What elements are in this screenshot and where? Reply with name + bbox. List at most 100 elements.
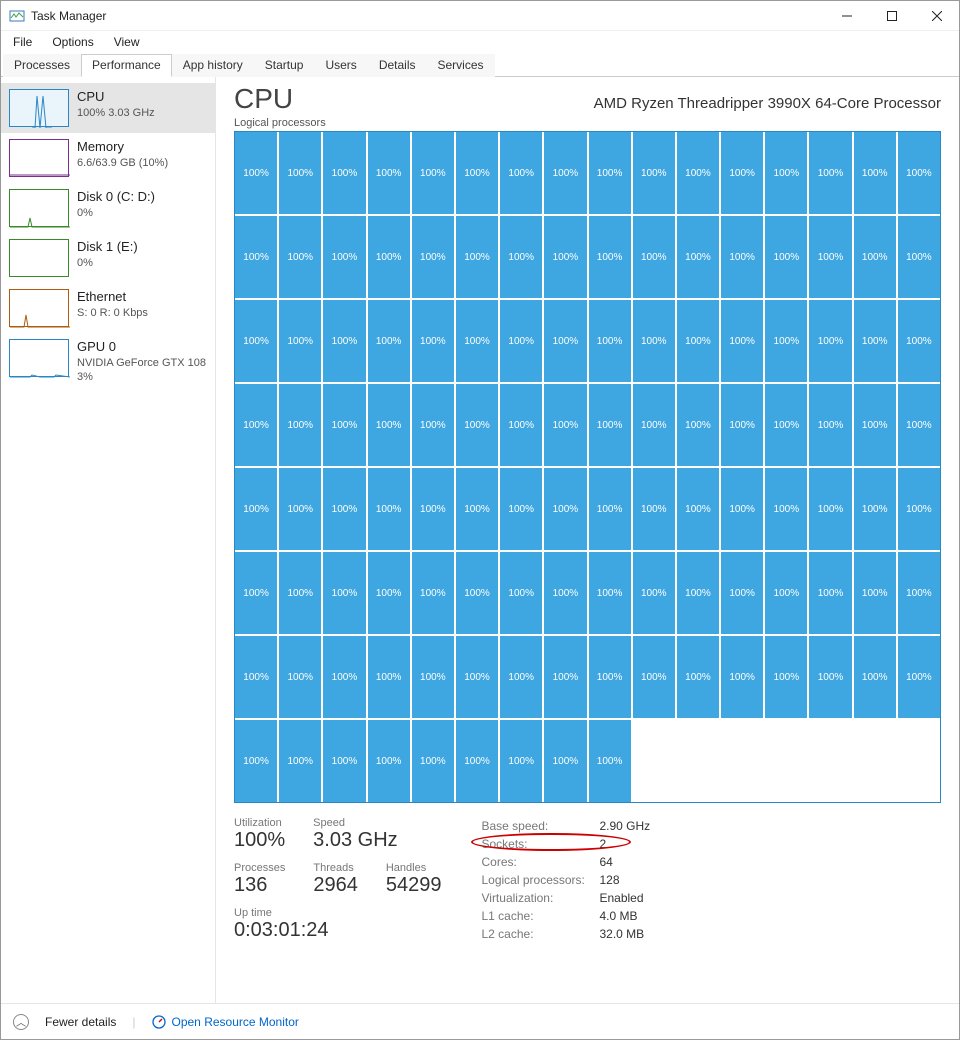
core-cell: 100%	[456, 636, 498, 718]
task-manager-window: Task Manager File Options View Processes…	[0, 0, 960, 1040]
menubar: File Options View	[1, 31, 959, 53]
sidebar-item-label: Disk 0 (C: D:)	[77, 189, 155, 206]
core-cell: 100%	[721, 468, 763, 550]
detail-row: L2 cache:32.0 MB	[481, 925, 650, 943]
tab-users[interactable]: Users	[314, 54, 367, 77]
graph-label: Logical processors	[234, 117, 941, 129]
open-resource-monitor-link[interactable]: Open Resource Monitor	[152, 1015, 299, 1029]
sidebar-item-label: Ethernet	[77, 289, 148, 306]
core-cell: 100%	[765, 636, 807, 718]
cpu-panel: CPU AMD Ryzen Threadripper 3990X 64-Core…	[216, 77, 959, 1003]
sidebar-item-sub: 0%	[77, 256, 138, 270]
tab-performance[interactable]: Performance	[81, 54, 172, 77]
core-cell: 100%	[765, 552, 807, 634]
detail-row: Base speed:2.90 GHz	[481, 817, 650, 835]
menu-options[interactable]: Options	[44, 33, 101, 51]
sidebar-item-gpu0[interactable]: GPU 0 NVIDIA GeForce GTX 108 3%	[1, 333, 215, 390]
footer: ︿ Fewer details | Open Resource Monitor	[1, 1003, 959, 1039]
tab-startup[interactable]: Startup	[254, 54, 315, 77]
disk-thumb-icon	[9, 189, 69, 227]
core-cell: 100%	[323, 132, 365, 214]
core-cell: 100%	[589, 468, 631, 550]
sidebar-item-disk0[interactable]: Disk 0 (C: D:) 0%	[1, 183, 215, 233]
core-cell: 100%	[412, 552, 454, 634]
core-cell: 100%	[279, 300, 321, 382]
tab-processes[interactable]: Processes	[3, 54, 81, 77]
core-cell: 100%	[589, 636, 631, 718]
core-cell: 100%	[544, 300, 586, 382]
minimize-button[interactable]	[824, 1, 869, 31]
core-cell: 100%	[589, 132, 631, 214]
core-cell: 100%	[500, 468, 542, 550]
menu-view[interactable]: View	[106, 33, 148, 51]
sidebar-item-sub: NVIDIA GeForce GTX 108	[77, 356, 206, 370]
stat-uptime: Up time 0:03:01:24	[234, 907, 441, 942]
core-cell: 100%	[544, 720, 586, 802]
sidebar-item-disk1[interactable]: Disk 1 (E:) 0%	[1, 233, 215, 283]
cpu-model: AMD Ryzen Threadripper 3990X 64-Core Pro…	[594, 95, 941, 112]
core-cell: 100%	[323, 216, 365, 298]
core-cell: 100%	[809, 132, 851, 214]
core-cell: 100%	[235, 216, 277, 298]
chevron-up-icon[interactable]: ︿	[13, 1014, 29, 1030]
core-cell: 100%	[500, 300, 542, 382]
close-button[interactable]	[914, 1, 959, 31]
core-cell: 100%	[456, 132, 498, 214]
core-cell: 100%	[765, 216, 807, 298]
core-cell: 100%	[765, 300, 807, 382]
core-cell: 100%	[368, 132, 410, 214]
core-cell: 100%	[898, 636, 940, 718]
core-cell: 100%	[677, 468, 719, 550]
core-cell: 100%	[677, 300, 719, 382]
core-cell: 100%	[809, 552, 851, 634]
stat-handles: Handles 54299	[386, 862, 442, 897]
tab-details[interactable]: Details	[368, 54, 427, 77]
memory-thumb-icon	[9, 139, 69, 177]
tab-app-history[interactable]: App history	[172, 54, 254, 77]
core-cell: 100%	[544, 132, 586, 214]
core-cell: 100%	[721, 132, 763, 214]
tab-services[interactable]: Services	[427, 54, 495, 77]
detail-row: L1 cache:4.0 MB	[481, 907, 650, 925]
maximize-button[interactable]	[869, 1, 914, 31]
core-cell: 100%	[500, 132, 542, 214]
core-cell	[677, 720, 719, 802]
sidebar-item-sub: S: 0 R: 0 Kbps	[77, 306, 148, 320]
core-cell: 100%	[279, 552, 321, 634]
detail-row: Virtualization:Enabled	[481, 889, 650, 907]
stat-threads: Threads 2964	[313, 862, 358, 897]
core-cell: 100%	[368, 300, 410, 382]
sidebar-item-label: Disk 1 (E:)	[77, 239, 138, 256]
core-cell: 100%	[898, 300, 940, 382]
detail-row: Sockets:2	[481, 835, 650, 853]
core-cell: 100%	[235, 132, 277, 214]
resmon-icon	[152, 1015, 166, 1029]
core-cell	[721, 720, 763, 802]
core-cell: 100%	[765, 384, 807, 466]
core-cell	[854, 720, 896, 802]
core-cell: 100%	[279, 216, 321, 298]
core-cell: 100%	[456, 468, 498, 550]
sidebar-item-cpu[interactable]: CPU 100% 3.03 GHz	[1, 83, 215, 133]
sidebar-item-label: Memory	[77, 139, 168, 156]
core-cell: 100%	[809, 636, 851, 718]
sidebar-item-ethernet[interactable]: Ethernet S: 0 R: 0 Kbps	[1, 283, 215, 333]
core-cell: 100%	[412, 216, 454, 298]
core-cell: 100%	[633, 552, 675, 634]
window-title: Task Manager	[31, 9, 106, 23]
core-cell: 100%	[412, 384, 454, 466]
core-cell: 100%	[898, 468, 940, 550]
fewer-details-link[interactable]: Fewer details	[45, 1015, 116, 1029]
sidebar-item-memory[interactable]: Memory 6.6/63.9 GB (10%)	[1, 133, 215, 183]
core-cell: 100%	[765, 132, 807, 214]
core-cell: 100%	[368, 384, 410, 466]
core-cell: 100%	[323, 300, 365, 382]
core-cell: 100%	[500, 720, 542, 802]
core-cell: 100%	[500, 552, 542, 634]
logical-processor-grid[interactable]: 100%100%100%100%100%100%100%100%100%100%…	[234, 131, 941, 803]
stat-processes: Processes 136	[234, 862, 285, 897]
menu-file[interactable]: File	[5, 33, 40, 51]
core-cell: 100%	[633, 300, 675, 382]
sidebar-item-sub: 0%	[77, 206, 155, 220]
core-cell: 100%	[721, 552, 763, 634]
